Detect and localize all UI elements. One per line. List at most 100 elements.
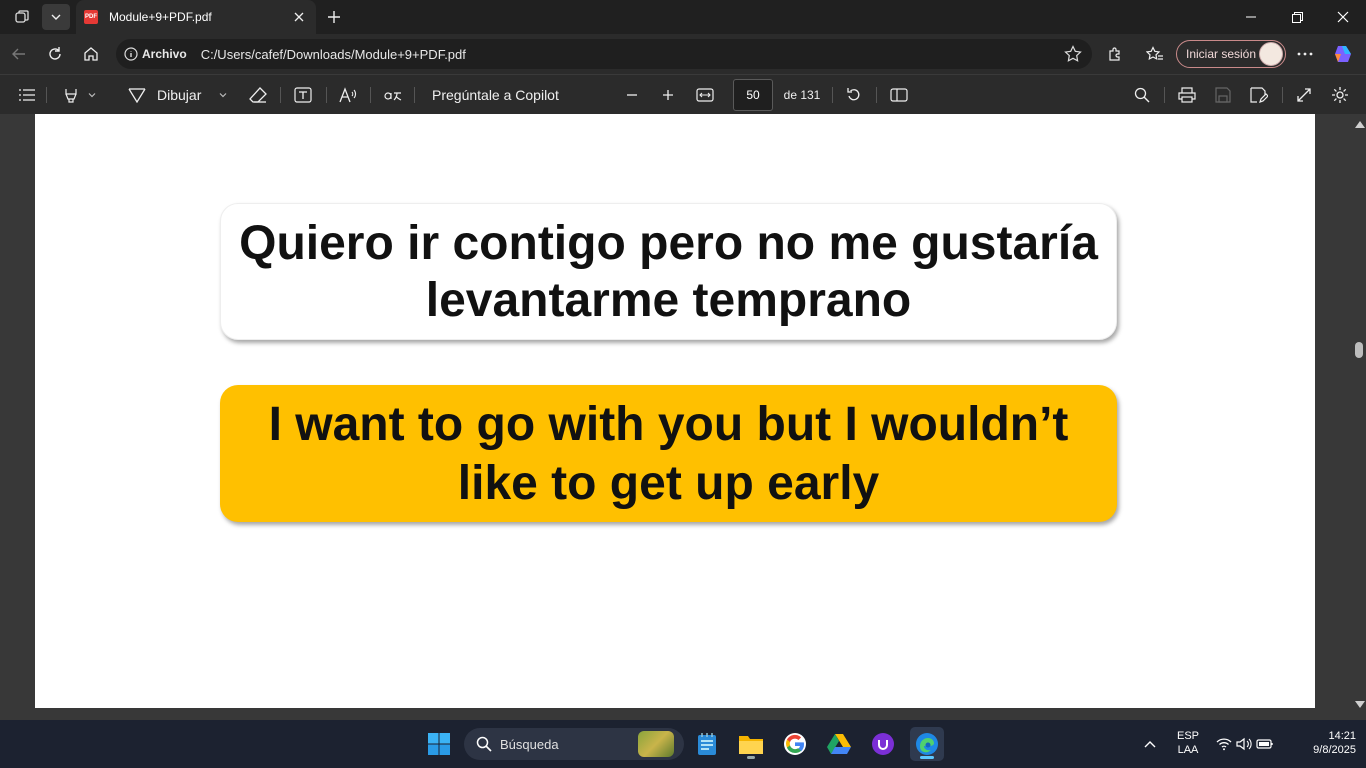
info-icon — [124, 47, 138, 61]
spanish-sentence-card: Quiero ir contigo pero no me gustaría le… — [220, 203, 1117, 340]
translate-icon — [384, 92, 402, 101]
favorites-button[interactable] — [1140, 40, 1170, 68]
search-placeholder: Búsqueda — [500, 736, 559, 752]
search-icon — [476, 736, 492, 752]
contents-button[interactable] — [16, 83, 38, 107]
zoom-out-button[interactable] — [622, 83, 642, 107]
keyboard-layout: LAA — [1177, 744, 1199, 756]
volume-icon — [1236, 737, 1252, 751]
fullscreen-button[interactable] — [1294, 83, 1314, 107]
read-aloud-icon — [339, 87, 357, 103]
vertical-scrollbar[interactable] — [1352, 114, 1366, 720]
minimize-button[interactable] — [1228, 0, 1274, 34]
quick-settings-button[interactable] — [1212, 727, 1278, 761]
tab-active[interactable]: PDF Module+9+PDF.pdf — [76, 0, 316, 34]
add-text-button[interactable] — [292, 83, 314, 107]
add-favorite-button[interactable] — [1064, 45, 1082, 68]
site-info-label: Archivo — [142, 47, 187, 61]
ask-copilot-label: Pregúntale a Copilot — [432, 87, 559, 103]
refresh-button[interactable] — [40, 40, 70, 68]
list-icon — [19, 89, 35, 101]
close-tab-button[interactable] — [288, 6, 310, 28]
rotate-button[interactable] — [844, 83, 864, 107]
pdf-file-icon: PDF — [84, 10, 98, 24]
start-button[interactable] — [422, 727, 456, 761]
back-button[interactable] — [4, 40, 34, 68]
ask-copilot-button[interactable]: Pregúntale a Copilot — [424, 83, 574, 107]
restore-button[interactable] — [1274, 0, 1320, 34]
restore-icon — [1291, 11, 1303, 23]
pdf-toolbar: Dibujar Pregúntale a Copilot 50 de 131 — [0, 74, 1366, 114]
chevron-down-icon — [51, 14, 61, 20]
divider — [370, 87, 371, 103]
gear-icon — [1332, 87, 1348, 103]
divider — [1164, 87, 1165, 103]
text-box-icon — [294, 87, 312, 103]
plus-icon — [663, 90, 673, 100]
save-as-button[interactable] — [1248, 83, 1270, 107]
fit-width-button[interactable] — [694, 83, 716, 107]
taskbar: Búsqueda ESP LAA 14:21 9/8/2025 — [0, 720, 1366, 768]
translate-button[interactable] — [382, 83, 404, 107]
more-icon — [1297, 52, 1313, 56]
taskbar-chrome[interactable] — [778, 727, 812, 761]
eraser-icon — [249, 87, 267, 103]
taskbar-app-u[interactable] — [866, 727, 900, 761]
pdf-settings-button[interactable] — [1330, 83, 1350, 107]
extensions-button[interactable] — [1100, 40, 1130, 68]
new-tab-button[interactable] — [320, 4, 348, 30]
draw-label: Dibujar — [157, 87, 202, 103]
print-button[interactable] — [1176, 83, 1198, 107]
taskbar-google-drive[interactable] — [822, 727, 856, 761]
language-indicator[interactable]: ESP LAA — [1172, 730, 1204, 756]
search-button[interactable] — [1132, 83, 1152, 107]
fit-width-icon — [696, 88, 714, 102]
save-button[interactable] — [1212, 83, 1234, 107]
tab-actions-button[interactable] — [42, 4, 70, 30]
workspaces-button[interactable] — [8, 4, 36, 30]
page-number-input[interactable]: 50 — [733, 79, 773, 111]
close-icon — [294, 12, 304, 22]
edge-icon — [916, 733, 938, 755]
taskbar-file-explorer[interactable] — [734, 727, 768, 761]
wifi-icon — [1216, 738, 1232, 751]
battery-icon — [1256, 739, 1273, 749]
printer-icon — [1178, 87, 1196, 103]
erase-button[interactable] — [248, 83, 268, 107]
expand-icon — [1297, 88, 1311, 102]
scroll-down-arrow-icon[interactable] — [1355, 701, 1365, 708]
highlight-button[interactable] — [58, 83, 102, 107]
url-field[interactable]: Archivo C:/Users/cafef/Downloads/Module+… — [116, 39, 1092, 69]
home-button[interactable] — [76, 40, 106, 68]
save-icon — [1215, 87, 1231, 103]
page-view-button[interactable] — [888, 83, 910, 107]
copilot-button[interactable] — [1328, 40, 1358, 68]
page-view-icon — [890, 88, 908, 102]
clock-time: 14:21 — [1328, 730, 1356, 742]
settings-more-button[interactable] — [1290, 40, 1320, 68]
avatar — [1259, 42, 1283, 66]
search-icon — [1134, 87, 1150, 103]
search-highlight-image — [638, 731, 674, 757]
scroll-up-arrow-icon[interactable] — [1355, 121, 1365, 128]
taskbar-edge[interactable] — [910, 727, 944, 761]
read-aloud-button[interactable] — [338, 83, 358, 107]
show-hidden-icons-button[interactable] — [1140, 727, 1160, 761]
favorites-icon — [1146, 46, 1163, 60]
minimize-icon — [1246, 16, 1256, 18]
signin-button[interactable]: Iniciar sesión — [1176, 40, 1286, 68]
folder-icon — [739, 736, 763, 754]
clock[interactable]: 14:21 9/8/2025 — [1290, 730, 1356, 756]
taskbar-search[interactable]: Búsqueda — [464, 728, 684, 760]
pdf-viewer[interactable]: Quiero ir contigo pero no me gustaría le… — [0, 114, 1366, 720]
scroll-thumb[interactable] — [1355, 342, 1363, 358]
chevron-down-icon — [88, 93, 96, 98]
divider — [1282, 87, 1283, 103]
taskbar-notepad[interactable] — [690, 727, 724, 761]
zoom-in-button[interactable] — [658, 83, 678, 107]
tab-strip: PDF Module+9+PDF.pdf — [0, 0, 1366, 34]
close-window-button[interactable] — [1320, 0, 1366, 34]
draw-button[interactable]: Dibujar — [128, 83, 238, 107]
site-info-button[interactable]: Archivo — [124, 47, 195, 61]
google-icon — [784, 733, 806, 755]
